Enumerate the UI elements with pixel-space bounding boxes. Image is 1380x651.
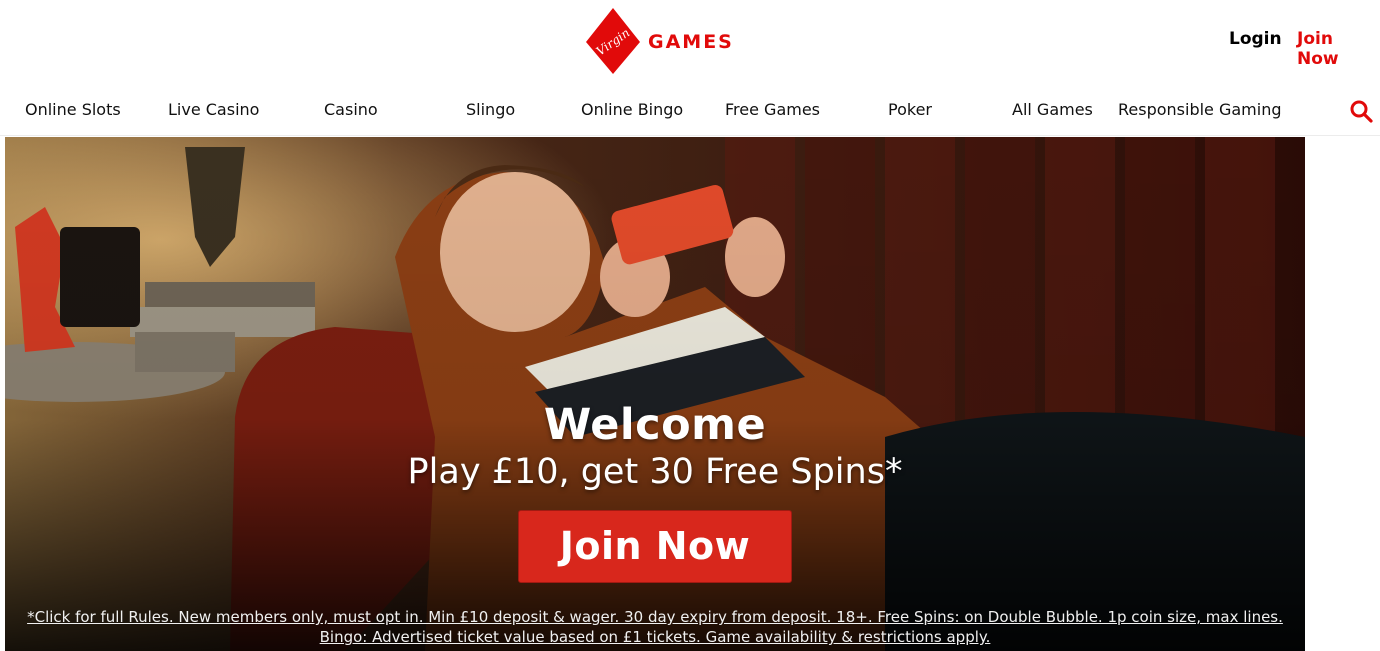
nav-item-poker[interactable]: Poker	[888, 100, 932, 119]
join-now-button[interactable]: Join Now	[518, 510, 792, 583]
site-logo[interactable]: Virgin GAMES	[584, 6, 734, 76]
nav-item-casino[interactable]: Casino	[324, 100, 378, 119]
hero-title: Welcome	[543, 400, 767, 450]
nav-item-online-slots[interactable]: Online Slots	[25, 100, 121, 119]
search-icon[interactable]	[1349, 99, 1373, 123]
nav-item-slingo[interactable]: Slingo	[466, 100, 515, 119]
site-header: Virgin GAMES Login Join Now	[0, 0, 1380, 86]
nav-item-online-bingo[interactable]: Online Bingo	[581, 100, 683, 119]
login-link[interactable]: Login	[1229, 29, 1282, 49]
logo-wordmark: GAMES	[648, 31, 734, 53]
nav-item-all-games[interactable]: All Games	[1012, 100, 1093, 119]
terms-link[interactable]: *Click for full Rules. New members only,…	[25, 607, 1285, 647]
nav-item-free-games[interactable]: Free Games	[725, 100, 820, 119]
main-nav: Online Slots Live Casino Casino Slingo O…	[0, 86, 1380, 136]
hero-copy: Welcome Play £10, get 30 Free Spins*	[5, 399, 1305, 493]
join-now-link[interactable]: Join Now	[1297, 29, 1380, 69]
nav-item-responsible-gaming[interactable]: Responsible Gaming	[1118, 100, 1282, 119]
hero-subtitle: Play £10, get 30 Free Spins*	[407, 452, 903, 492]
nav-item-live-casino[interactable]: Live Casino	[168, 100, 259, 119]
hero-banner: Welcome Play £10, get 30 Free Spins* Joi…	[5, 137, 1305, 651]
virgin-logo-icon: Virgin	[586, 8, 640, 74]
